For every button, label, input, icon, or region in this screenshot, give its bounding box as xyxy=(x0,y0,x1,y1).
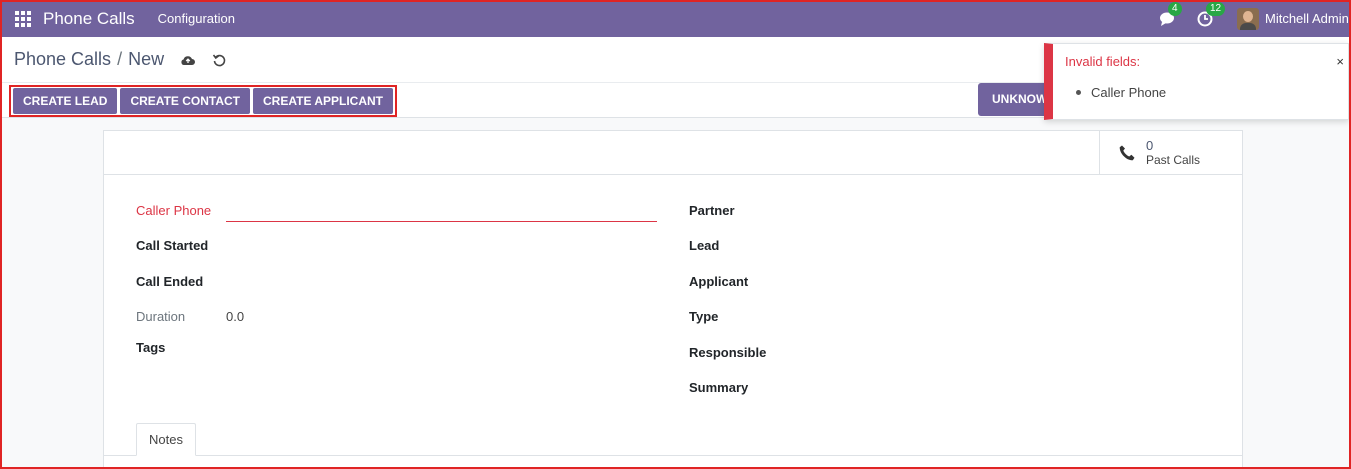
systray: 4 12 Mitchell Admin xyxy=(1159,0,1351,37)
create-lead-button[interactable]: CREATE LEAD xyxy=(13,88,118,114)
activity-menu[interactable]: 12 xyxy=(1197,1,1226,27)
breadcrumb-current: New xyxy=(128,49,165,69)
activities-count-badge: 12 xyxy=(1206,1,1226,16)
toast-item-text: Caller Phone xyxy=(1091,85,1167,100)
toast-close-button[interactable]: × xyxy=(1336,54,1344,69)
discard-icon[interactable] xyxy=(212,53,226,67)
messages-count-badge: 4 xyxy=(1168,1,1182,16)
past-calls-button[interactable]: 0 Past Calls xyxy=(1099,131,1242,175)
user-name: Mitchell Admin xyxy=(1265,11,1349,26)
phone-icon xyxy=(1119,145,1135,161)
call-started-label: Call Started xyxy=(136,238,209,253)
app-name[interactable]: Phone Calls xyxy=(43,9,135,29)
notebook-tabs: Notes xyxy=(136,423,196,456)
caller-phone-input[interactable] xyxy=(226,221,657,222)
call-ended-label: Call Ended xyxy=(136,274,204,289)
action-buttons-highlight: CREATE LEAD CREATE CONTACT CREATE APPLIC… xyxy=(9,85,397,117)
unknown-button[interactable]: UNKNOWN xyxy=(978,83,1048,116)
past-calls-count: 0 xyxy=(1146,137,1154,153)
create-applicant-button[interactable]: CREATE APPLICANT xyxy=(253,88,393,114)
tabs-divider xyxy=(104,455,1242,456)
toast-list-item: Caller Phone xyxy=(1076,85,1166,100)
form-sheet: 0 Past Calls Caller Phone Call Started C… xyxy=(103,130,1243,469)
past-calls-label: Past Calls xyxy=(1146,152,1201,167)
tags-label: Tags xyxy=(136,340,166,355)
app-grid-icon[interactable] xyxy=(15,10,31,27)
responsible-label: Responsible xyxy=(689,345,767,360)
breadcrumb-parent[interactable]: Phone Calls xyxy=(14,49,111,70)
user-avatar xyxy=(1237,7,1259,30)
partner-label: Partner xyxy=(689,203,735,218)
type-label: Type xyxy=(689,309,719,324)
applicant-label: Applicant xyxy=(689,274,749,289)
tab-notes[interactable]: Notes xyxy=(136,423,196,456)
user-menu[interactable]: Mitchell Admin xyxy=(1237,7,1351,30)
top-navbar: Phone Calls Configuration 4 12 Mitchell … xyxy=(0,0,1351,37)
bullet-icon xyxy=(1076,90,1081,95)
invalid-fields-toast: Invalid fields: × Caller Phone xyxy=(1044,43,1349,120)
breadcrumb-separator: / xyxy=(117,49,123,69)
breadcrumb: Phone Calls / New xyxy=(14,49,226,70)
duration-label: Duration xyxy=(136,309,186,324)
messaging-menu[interactable]: 4 xyxy=(1159,1,1182,27)
save-cloud-icon[interactable] xyxy=(180,53,196,67)
lead-label: Lead xyxy=(689,238,720,253)
create-contact-button[interactable]: CREATE CONTACT xyxy=(120,88,250,114)
button-box: 0 Past Calls xyxy=(104,131,1242,175)
duration-value: 0.0 xyxy=(226,309,245,324)
toast-title: Invalid fields: xyxy=(1065,54,1141,69)
menu-configuration[interactable]: Configuration xyxy=(158,11,235,26)
summary-label: Summary xyxy=(689,380,749,395)
caller-phone-label: Caller Phone xyxy=(136,203,212,218)
